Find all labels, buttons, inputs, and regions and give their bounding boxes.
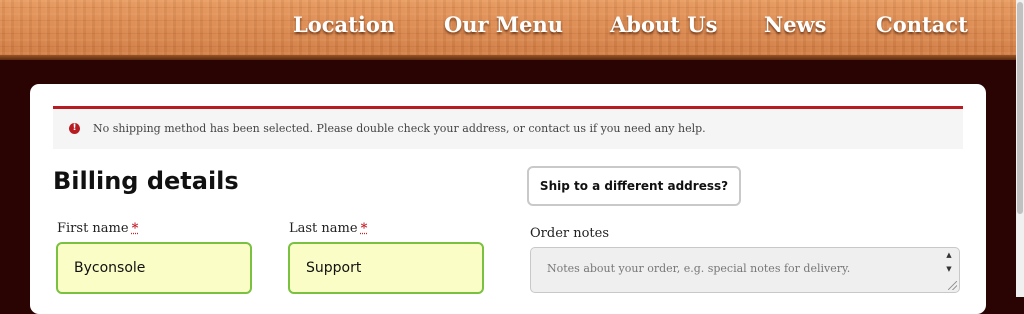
last-name-input[interactable] — [288, 242, 484, 294]
page-scrollbar[interactable] — [1016, 0, 1024, 297]
billing-details-heading: Billing details — [53, 167, 239, 195]
first-name-input[interactable] — [56, 242, 252, 294]
last-name-label-text: Last name — [289, 221, 358, 236]
nav-our-menu[interactable]: Our Menu — [444, 12, 563, 37]
page-scrollbar-thumb[interactable] — [1017, 2, 1023, 214]
nav-about-us[interactable]: About Us — [610, 12, 717, 37]
textarea-scroll-down-icon[interactable]: ▼ — [944, 264, 954, 274]
notice-message: No shipping method has been selected. Pl… — [93, 122, 706, 135]
last-name-required-mark: * — [360, 221, 368, 236]
textarea-resize-handle-icon[interactable] — [948, 281, 957, 290]
main-nav: Location Our Menu About Us News Contact — [0, 0, 1016, 56]
shipping-error-notice: ! No shipping method has been selected. … — [53, 106, 963, 149]
site-header: Location Our Menu About Us News Contact — [0, 0, 1016, 60]
exclamation-circle-icon: ! — [69, 123, 80, 134]
last-name-label: Last name * — [289, 221, 367, 236]
first-name-label-text: First name — [57, 221, 129, 236]
nav-news[interactable]: News — [764, 12, 826, 37]
first-name-required-mark: * — [131, 221, 139, 236]
nav-contact[interactable]: Contact — [876, 12, 968, 37]
checkout-panel: ! No shipping method has been selected. … — [30, 84, 986, 314]
nav-location[interactable]: Location — [293, 12, 395, 37]
textarea-scroll-up-icon[interactable]: ▲ — [944, 250, 954, 260]
first-name-label: First name * — [57, 221, 138, 236]
order-notes-textarea[interactable] — [530, 247, 960, 293]
ship-to-different-address-button[interactable]: Ship to a different address? — [527, 166, 741, 206]
order-notes-label: Order notes — [530, 226, 610, 241]
